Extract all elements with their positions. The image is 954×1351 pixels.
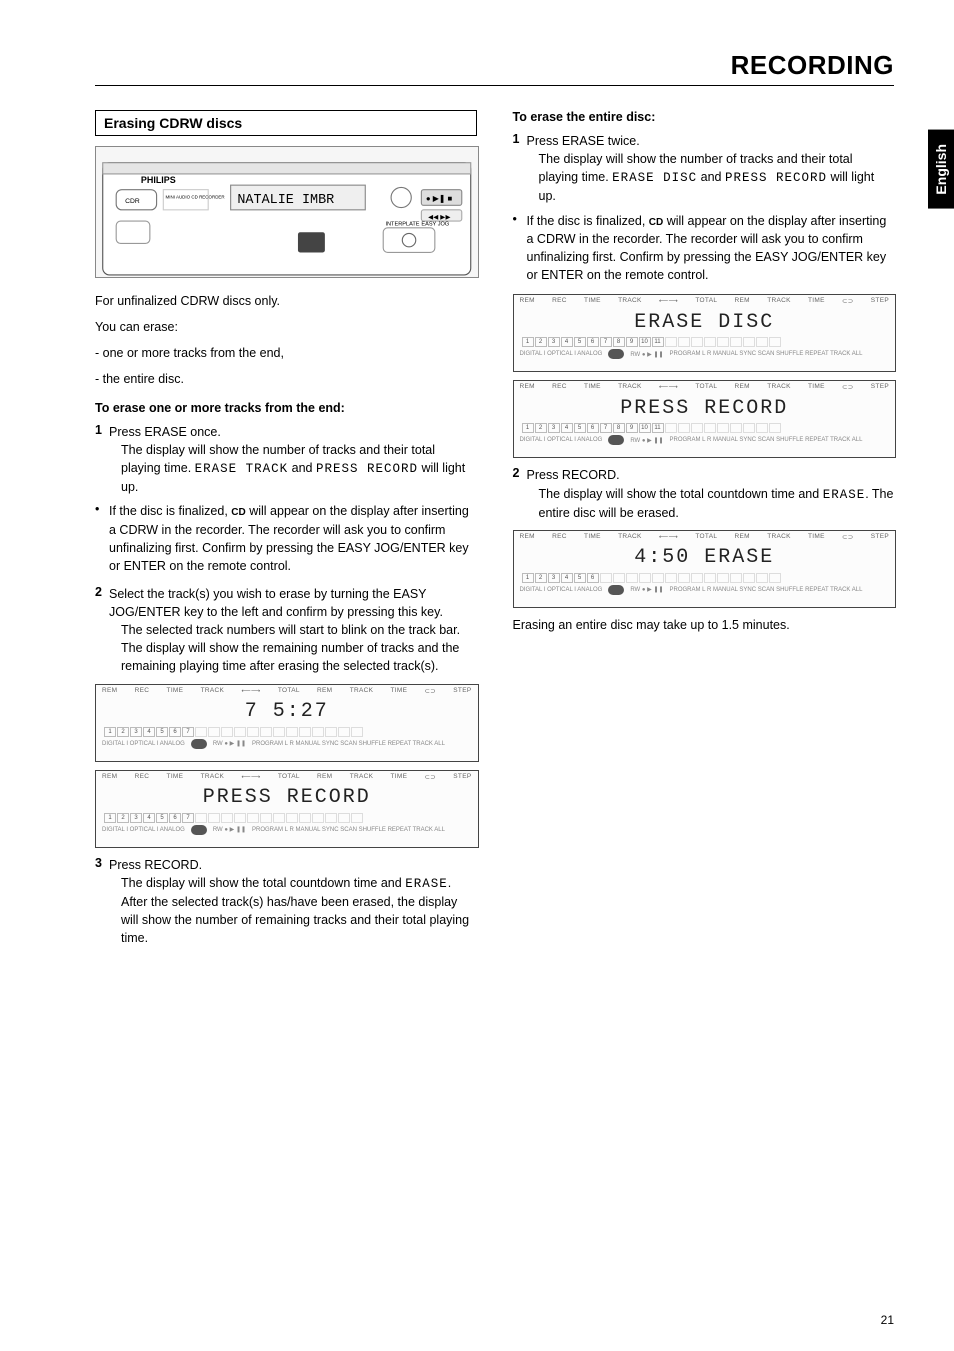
step-2: 2 Select the track(s) you wish to erase … <box>95 585 477 676</box>
svg-text:MINI AUDIO CD RECORDER: MINI AUDIO CD RECORDER <box>166 195 226 200</box>
language-tab: English <box>928 130 954 209</box>
step-2: 2 Press RECORD. The display will show th… <box>513 466 895 521</box>
section-title: Erasing CDRW discs <box>95 110 477 136</box>
step-3: 3 Press RECORD. The display will show th… <box>95 856 477 948</box>
svg-text:PHILIPS: PHILIPS <box>141 175 176 185</box>
svg-text:NATALIE IMBR: NATALIE IMBR <box>237 193 334 208</box>
lcd-display: REMRECTIMETRACK⟵⟶TOTALREMTRACKTIME⊂⊃STEP… <box>513 530 897 608</box>
svg-text:EASY JOG: EASY JOG <box>421 222 449 228</box>
step-1: 1 Press ERASE once. The display will sho… <box>95 423 477 497</box>
step-1: 1 Press ERASE twice. The display will sh… <box>513 132 895 206</box>
svg-text:◀◀ ▶▶: ◀◀ ▶▶ <box>428 214 451 221</box>
right-column: To erase the entire disc: 1 Press ERASE … <box>513 110 895 953</box>
left-column: Erasing CDRW discs PHILIPS CDR MINI AUDI… <box>95 110 477 953</box>
header-rule <box>95 85 894 86</box>
outro: Erasing an entire disc may take up to 1.… <box>513 616 895 634</box>
lcd-display: REMRECTIMETRACK⟵⟶TOTALREMTRACKTIME⊂⊃STEP… <box>95 770 479 848</box>
subheading: To erase the entire disc: <box>513 110 895 124</box>
intro-line: You can erase: <box>95 318 477 336</box>
subheading: To erase one or more tracks from the end… <box>95 401 477 415</box>
device-illustration: PHILIPS CDR MINI AUDIO CD RECORDER NATAL… <box>95 146 479 278</box>
lcd-display: REMRECTIMETRACK⟵⟶TOTALREMTRACKTIME⊂⊃STEP… <box>513 294 897 372</box>
page-number: 21 <box>881 1313 894 1327</box>
intro-line: - the entire disc. <box>95 370 477 388</box>
svg-text:INTERPLATE: INTERPLATE <box>385 222 419 228</box>
page-header: RECORDING <box>95 50 894 81</box>
svg-text:CDR: CDR <box>125 198 140 205</box>
bullet-finalized: If the disc is finalized, CD will appear… <box>513 212 895 285</box>
lcd-display: REMRECTIMETRACK⟵⟶TOTALREMTRACKTIME⊂⊃STEP… <box>95 684 479 762</box>
intro-line: - one or more tracks from the end, <box>95 344 477 362</box>
intro-line: For unfinalized CDRW discs only. <box>95 292 477 310</box>
svg-text:● ▶❚ ■: ● ▶❚ ■ <box>426 194 453 203</box>
bullet-finalized: If the disc is finalized, CD will appear… <box>95 502 477 575</box>
lcd-display: REMRECTIMETRACK⟵⟶TOTALREMTRACKTIME⊂⊃STEP… <box>513 380 897 458</box>
